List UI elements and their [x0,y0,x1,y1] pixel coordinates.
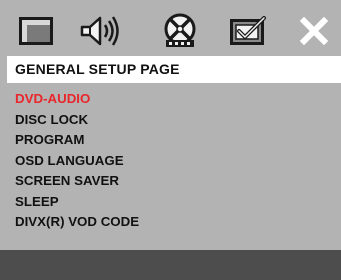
tab-general-setup[interactable] [10,12,62,50]
page-header: GENERAL SETUP PAGE [7,56,341,83]
tab-video-setup[interactable] [154,12,206,50]
menu-item-sleep[interactable]: SLEEP [15,192,139,213]
setup-menu-list: DVD-AUDIO DISC LOCK PROGRAM OSD LANGUAGE… [15,89,139,233]
preference-setup-icon [230,16,266,45]
page-title: GENERAL SETUP PAGE [15,61,180,77]
audio-setup-icon [80,16,119,46]
tab-audio-setup[interactable] [74,12,126,50]
tab-preference-setup[interactable] [222,12,274,50]
menu-item-disc-lock[interactable]: DISC LOCK [15,110,139,131]
setup-tab-bar [0,0,341,56]
menu-item-divx-vod-code[interactable]: DIVX(R) VOD CODE [15,212,139,233]
menu-item-screen-saver[interactable]: SCREEN SAVER [15,171,139,192]
tab-exit[interactable] [288,12,340,50]
footer-bar [0,250,341,280]
general-setup-icon [19,17,53,45]
menu-item-osd-language[interactable]: OSD LANGUAGE [15,151,139,172]
menu-item-dvd-audio[interactable]: DVD-AUDIO [15,89,139,110]
close-icon [299,16,329,46]
menu-item-program[interactable]: PROGRAM [15,130,139,151]
setup-menu-screen: GENERAL SETUP PAGE DVD-AUDIO DISC LOCK P… [0,0,341,280]
video-setup-icon [164,13,196,47]
